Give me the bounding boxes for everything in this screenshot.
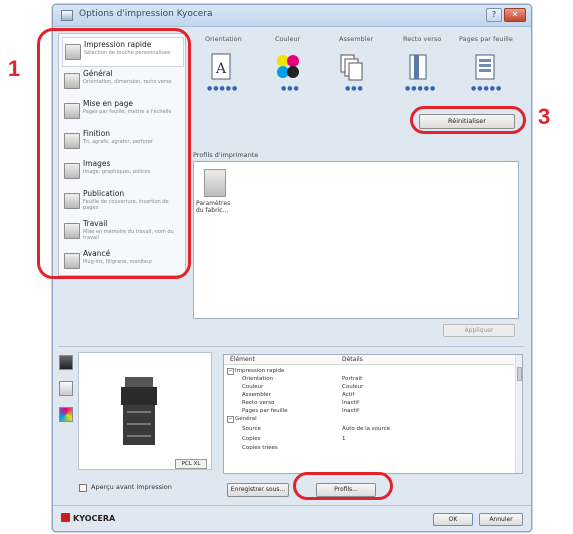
summary-key: Recto verso: [242, 400, 275, 406]
summary-key: Assembler: [242, 392, 271, 398]
duplex-icon[interactable]: [407, 53, 431, 81]
printer-app-icon: [61, 10, 73, 21]
summary-key: Copies triées: [242, 445, 278, 451]
column-header-details: Détails: [342, 356, 363, 363]
help-button[interactable]: ?: [486, 8, 502, 22]
printer-profiles-list[interactable]: Paramètres du fabric...: [193, 161, 519, 319]
duplex-dots: ●●●●●: [405, 85, 437, 92]
scrollbar-thumb[interactable]: [517, 367, 522, 381]
collate-icon[interactable]: [339, 53, 363, 81]
table-row: Source Auto de la source: [224, 425, 514, 433]
orientation-portrait-icon[interactable]: A: [209, 53, 233, 81]
close-button[interactable]: ✕: [504, 8, 526, 22]
callout-3: 3: [538, 104, 551, 129]
summary-key: Général: [235, 416, 257, 422]
printer-profiles-label: Profils d'imprimante: [193, 151, 259, 159]
pages-per-sheet-dots: ●●●●●: [471, 85, 503, 92]
summary-value: Actif: [342, 392, 355, 398]
summary-header: Élément Détails: [224, 355, 514, 365]
save-as-button[interactable]: Enregistrer sous...: [227, 483, 289, 497]
table-row: Assembler Actif: [224, 391, 514, 399]
view-switcher: [59, 355, 73, 445]
window-title: Options d'impression Kyocera: [79, 9, 213, 19]
color-view-icon[interactable]: [59, 407, 73, 422]
svg-text:A: A: [215, 61, 227, 77]
summary-key: Couleur: [242, 384, 264, 390]
summary-value: Portrait: [342, 376, 363, 382]
collate-dots: ●●●: [345, 85, 364, 92]
table-row: Orientation Portrait: [224, 375, 514, 383]
orientation-dots: ●●●●●: [207, 85, 239, 92]
cancel-button[interactable]: Annuler: [479, 513, 523, 526]
option-label-color: Couleur: [275, 35, 301, 43]
summary-key: Copies: [242, 436, 261, 442]
table-row: Copies triées: [224, 444, 514, 452]
title-bar: Options d'impression Kyocera ? ✕: [53, 5, 531, 27]
printer-view-icon[interactable]: [59, 355, 73, 370]
pdl-badge: PCL XL: [175, 459, 207, 469]
table-row: Pages par feuille Inactif: [224, 407, 514, 415]
summary-key: Source: [242, 426, 261, 432]
summary-value: 1: [342, 436, 346, 442]
table-row: Couleur Couleur: [224, 383, 514, 391]
column-header-item: Élément: [230, 356, 255, 363]
summary-value: Auto de la source: [342, 426, 391, 432]
option-label-pages-per-sheet: Pages par feuille: [459, 35, 513, 43]
settings-summary: Élément Détails − Impression rapide Orien…: [223, 354, 523, 474]
summary-key: Orientation: [242, 376, 274, 382]
kyocera-logo: KYOCERA: [61, 513, 115, 523]
page-view-icon[interactable]: [59, 381, 73, 396]
summary-value: Inactif: [342, 408, 360, 414]
option-label-duplex: Recto verso: [403, 35, 442, 43]
divider: [58, 346, 524, 347]
option-label-orientation: Orientation: [205, 35, 242, 43]
profile-thumbnail-icon[interactable]: [204, 169, 226, 197]
summary-value: Inactif: [342, 400, 360, 406]
summary-key: Impression rapide: [235, 368, 285, 374]
printer-preview: PCL XL: [78, 352, 212, 470]
summary-group-row[interactable]: − Impression rapide: [224, 367, 514, 375]
table-row: Recto verso Inactif: [224, 399, 514, 407]
highlight-nav: [37, 28, 191, 279]
kyocera-logo-icon: [61, 513, 70, 522]
summary-group-row[interactable]: − Général: [224, 415, 514, 423]
profile-name[interactable]: Paramètres du fabric...: [196, 200, 236, 214]
pages-per-sheet-icon[interactable]: [473, 53, 497, 81]
color-icon[interactable]: [275, 53, 299, 81]
collapse-icon[interactable]: −: [227, 368, 234, 375]
apply-button[interactable]: Appliquer: [443, 324, 515, 337]
highlight-reset-button: [410, 106, 526, 134]
collapse-icon[interactable]: −: [227, 416, 234, 423]
printer-image-icon: [121, 377, 157, 445]
highlight-profiles-button: [293, 472, 393, 500]
brand-name: KYOCERA: [73, 514, 116, 523]
ok-button[interactable]: OK: [433, 513, 473, 526]
option-label-collate: Assembler: [339, 35, 374, 43]
callout-1: 1: [8, 56, 21, 81]
summary-scrollbar[interactable]: [515, 355, 522, 473]
divider: [53, 505, 531, 506]
print-preview-checkbox[interactable]: [79, 484, 87, 492]
quick-print-options: Orientation Couleur Assembler Recto vers…: [189, 35, 523, 92]
summary-key: Pages par feuille: [242, 408, 288, 414]
color-dots: ●●●: [281, 85, 300, 92]
print-preview-label[interactable]: Aperçu avant impression: [91, 483, 172, 491]
summary-value: Couleur: [342, 384, 364, 390]
table-row: Copies 1: [224, 435, 514, 443]
